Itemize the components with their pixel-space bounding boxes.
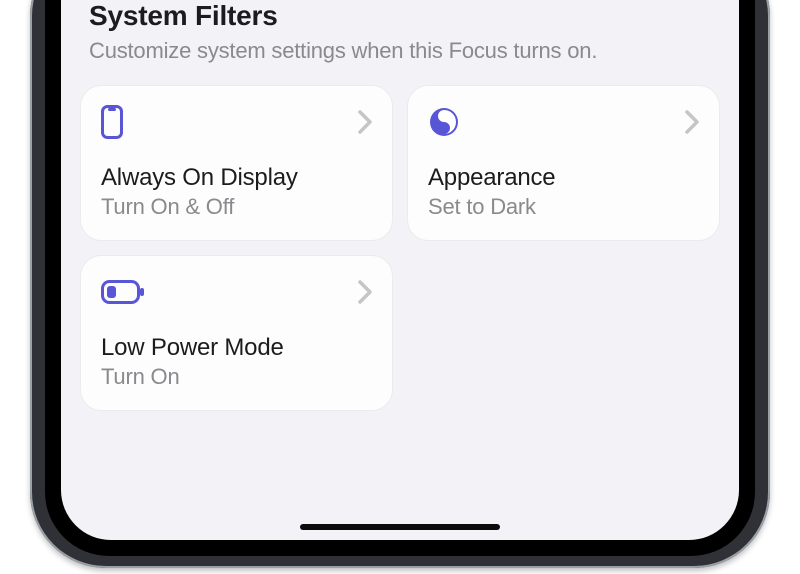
filter-subtitle: Set to Dark bbox=[428, 194, 699, 220]
contrast-icon bbox=[428, 106, 460, 138]
chevron-right-icon bbox=[358, 110, 372, 134]
filter-title: Low Power Mode bbox=[101, 334, 372, 362]
filter-card-appearance[interactable]: Appearance Set to Dark bbox=[408, 86, 719, 240]
card-header bbox=[101, 274, 372, 310]
section-title: System Filters bbox=[89, 0, 711, 32]
section-subtitle: Customize system settings when this Focu… bbox=[89, 36, 711, 66]
battery-icon bbox=[101, 280, 145, 304]
chevron-right-icon bbox=[685, 110, 699, 134]
phone-icon bbox=[101, 105, 123, 139]
filter-card-always-on-display[interactable]: Always On Display Turn On & Off bbox=[81, 86, 392, 240]
empty-grid-cell bbox=[408, 256, 719, 410]
filter-title: Appearance bbox=[428, 164, 699, 192]
home-indicator[interactable] bbox=[300, 524, 500, 530]
screen: System Filters Customize system settings… bbox=[61, 0, 739, 540]
card-header bbox=[428, 104, 699, 140]
settings-content: System Filters Customize system settings… bbox=[61, 0, 739, 410]
photo-frame: System Filters Customize system settings… bbox=[0, 0, 800, 574]
card-header bbox=[101, 104, 372, 140]
filter-subtitle: Turn On bbox=[101, 364, 372, 390]
filters-grid: Always On Display Turn On & Off bbox=[81, 86, 719, 410]
filter-subtitle: Turn On & Off bbox=[101, 194, 372, 220]
filter-title: Always On Display bbox=[101, 164, 372, 192]
filter-card-low-power-mode[interactable]: Low Power Mode Turn On bbox=[81, 256, 392, 410]
chevron-right-icon bbox=[358, 280, 372, 304]
